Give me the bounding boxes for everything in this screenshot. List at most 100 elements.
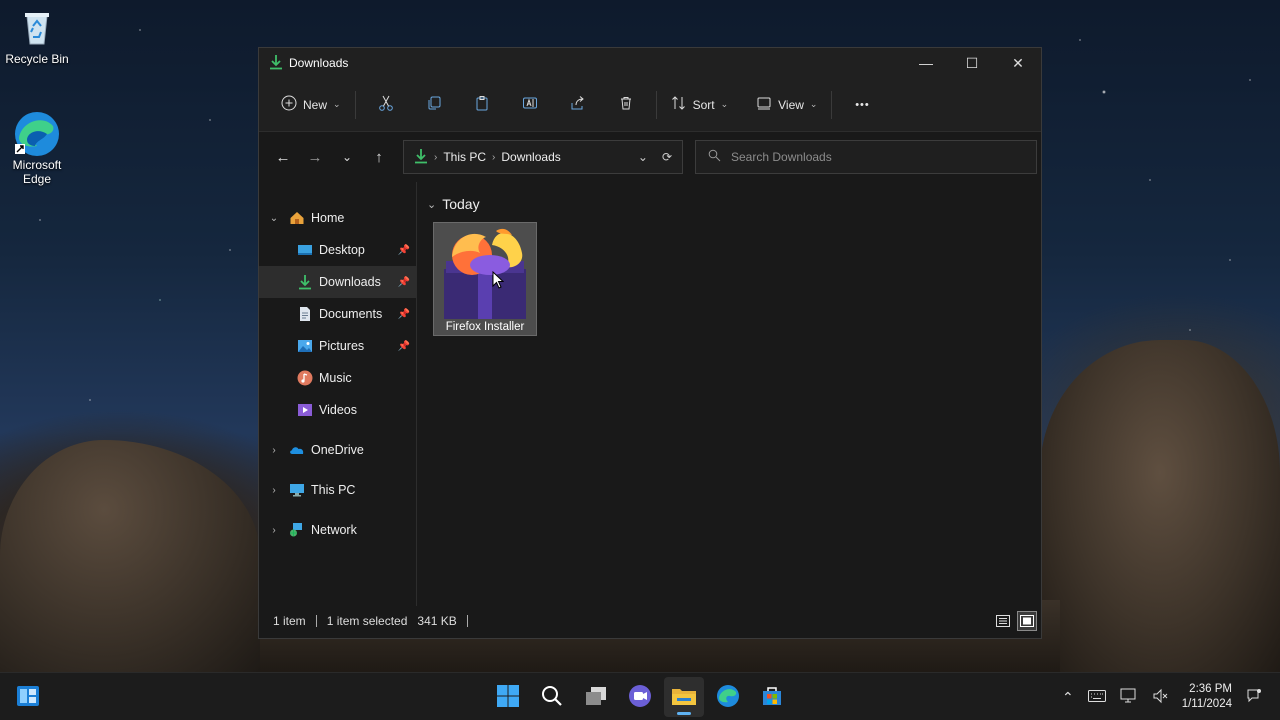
sidebar-item-home[interactable]: ⌄ Home	[259, 202, 416, 234]
file-explorer-taskbar-button[interactable]	[664, 677, 704, 717]
more-options-button[interactable]: •••	[838, 89, 886, 121]
file-item[interactable]: Firefox Installer	[433, 222, 537, 336]
pin-icon: 📌	[397, 308, 410, 320]
firefox-installer-icon	[442, 225, 530, 322]
command-bar: New ⌄ Sort ⌄ View ⌄ •••	[259, 78, 1041, 132]
delete-button[interactable]	[602, 89, 650, 121]
sort-icon	[671, 95, 687, 114]
sidebar-item-label: Downloads	[319, 275, 381, 289]
chevron-right-icon[interactable]: ›	[259, 525, 289, 536]
minimize-button[interactable]: —	[903, 48, 949, 78]
close-button[interactable]: ✕	[995, 48, 1041, 78]
store-button[interactable]	[752, 677, 792, 717]
search-button[interactable]	[532, 677, 572, 717]
rename-button[interactable]	[506, 89, 554, 121]
desktop-icon-recycle-bin[interactable]: Recycle Bin	[0, 8, 74, 66]
maximize-button[interactable]: ☐	[949, 48, 995, 78]
chat-button[interactable]	[620, 677, 660, 717]
cut-button[interactable]	[362, 89, 410, 121]
download-icon	[414, 148, 428, 167]
sidebar-item-videos[interactable]: Videos	[259, 394, 416, 426]
copy-button[interactable]	[410, 89, 458, 121]
sidebar-item-music[interactable]: Music	[259, 362, 416, 394]
clock[interactable]: 2:36 PM 1/11/2024	[1182, 682, 1232, 712]
copy-icon	[426, 95, 442, 114]
keyboard-input-button[interactable]	[1087, 689, 1106, 705]
arrow-left-icon: ←	[275, 148, 291, 166]
plus-circle-icon	[281, 95, 297, 114]
trash-icon	[618, 95, 634, 114]
share-button[interactable]	[554, 89, 602, 121]
item-count: 1 item	[273, 614, 306, 628]
clock-time: 2:36 PM	[1189, 683, 1232, 695]
notifications-button[interactable]	[1246, 688, 1262, 707]
view-icon	[756, 95, 772, 114]
network-status-button[interactable]	[1120, 688, 1138, 707]
start-button[interactable]	[488, 677, 528, 717]
sidebar-item-label: Music	[319, 371, 352, 385]
paste-button[interactable]	[458, 89, 506, 121]
widgets-button[interactable]	[8, 677, 48, 717]
edge-icon	[15, 112, 59, 156]
desktop-icon-edge[interactable]: Microsoft Edge	[0, 112, 74, 186]
sidebar-item-onedrive[interactable]: › OneDrive	[259, 434, 416, 466]
up-button[interactable]: ↑	[363, 141, 395, 173]
status-divider	[466, 615, 468, 627]
arrow-right-icon: →	[307, 148, 323, 166]
pin-icon: 📌	[397, 340, 410, 352]
sidebar-item-label: Pictures	[319, 339, 365, 353]
new-button[interactable]: New ⌄	[273, 89, 349, 121]
chevron-down-icon: ⌄	[720, 99, 729, 109]
address-history-button[interactable]: ⌄	[638, 150, 648, 164]
task-view-button[interactable]	[576, 677, 616, 717]
sidebar-item-pictures[interactable]: Pictures 📌	[259, 330, 416, 362]
sidebar-item-label: This PC	[311, 483, 356, 497]
breadcrumb-separator-icon: ›	[434, 151, 438, 163]
address-bar[interactable]: › This PC › Downloads ⌄ ⟳	[403, 140, 683, 174]
sidebar-item-label: Network	[311, 523, 357, 537]
sidebar-item-label: Documents	[319, 307, 383, 321]
chevron-right-icon[interactable]: ›	[259, 445, 289, 456]
refresh-button[interactable]: ⟳	[662, 150, 672, 164]
search-box[interactable]: Search Downloads	[695, 140, 1037, 174]
title-bar[interactable]: Downloads — ☐ ✕	[259, 48, 1041, 78]
show-hidden-icons-button[interactable]: ⌃	[1062, 689, 1074, 706]
forward-button[interactable]: →	[299, 141, 331, 173]
sidebar-item-network[interactable]: › Network	[259, 514, 416, 546]
task-view-icon	[584, 685, 608, 710]
recent-locations-button[interactable]: ⌄	[331, 141, 363, 173]
details-view-button[interactable]	[993, 611, 1013, 631]
view-button[interactable]: View ⌄	[748, 89, 825, 121]
volume-button[interactable]	[1152, 688, 1168, 707]
chevron-down-icon: ⌄	[809, 99, 818, 109]
desktop-icon-label: Recycle Bin	[5, 52, 69, 66]
status-divider	[315, 615, 317, 627]
sidebar-item-label: Desktop	[319, 243, 365, 257]
sort-button[interactable]: Sort ⌄	[663, 89, 737, 121]
music-icon	[297, 370, 313, 386]
edge-taskbar-button[interactable]	[708, 677, 748, 717]
file-explorer-window: Downloads — ☐ ✕ New ⌄ Sort ⌄ View ⌄ ••• …	[258, 47, 1042, 639]
navigation-pane: ⌄ Home Desktop 📌 Downloads 📌 Documents 📌…	[259, 182, 417, 606]
breadcrumb-downloads[interactable]: Downloads	[501, 150, 560, 164]
computer-icon	[289, 482, 305, 498]
sidebar-item-desktop[interactable]: Desktop 📌	[259, 234, 416, 266]
notification-bell-icon	[1246, 688, 1262, 707]
large-icons-view-button[interactable]	[1017, 611, 1037, 631]
sidebar-item-downloads[interactable]: Downloads 📌	[259, 266, 416, 298]
chevron-right-icon[interactable]: ›	[259, 485, 289, 496]
back-button[interactable]: ←	[267, 141, 299, 173]
onedrive-cloud-icon	[289, 442, 305, 458]
sidebar-item-documents[interactable]: Documents 📌	[259, 298, 416, 330]
edge-icon	[716, 684, 740, 711]
group-header-today[interactable]: ⌄ Today	[427, 196, 480, 212]
keyboard-icon	[1087, 689, 1106, 705]
more-icon: •••	[855, 98, 870, 111]
sidebar-item-this-pc[interactable]: › This PC	[259, 474, 416, 506]
chevron-down-icon[interactable]: ⌄	[259, 213, 289, 224]
file-list-pane[interactable]: ⌄ Today Firefox Installer	[417, 182, 1041, 606]
speaker-muted-icon	[1152, 688, 1168, 707]
breadcrumb-this-pc[interactable]: This PC	[443, 150, 486, 164]
status-bar: 1 item 1 item selected 341 KB	[259, 604, 1041, 638]
network-monitor-icon	[1120, 688, 1138, 707]
